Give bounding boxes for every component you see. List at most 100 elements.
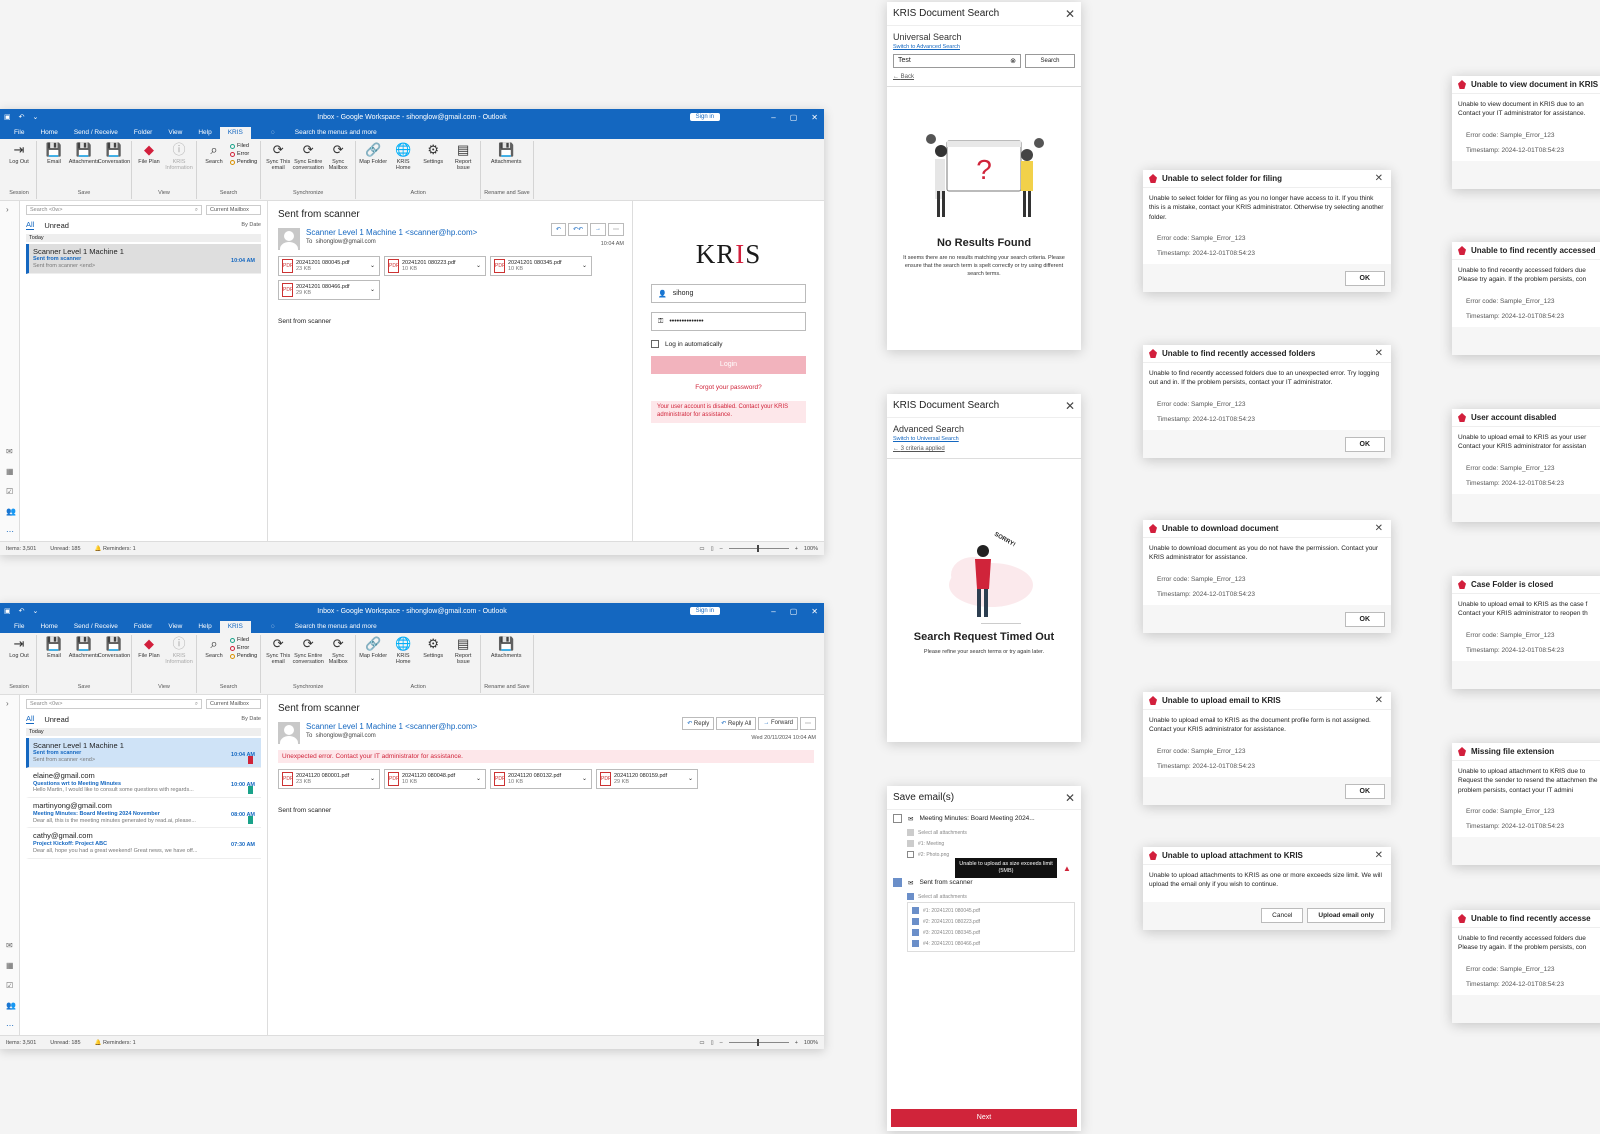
menu-file[interactable]: File [6, 621, 32, 633]
chevron-down-icon[interactable]: ⌄ [476, 775, 481, 782]
attachment-chip[interactable]: PDF 20241120 080159.pdf 29 KB ⌄ [596, 769, 698, 789]
more-actions-icon[interactable]: ⋯ [800, 717, 816, 730]
email-checkbox-row[interactable]: ✉ Meeting Minutes: Board Meeting 2024... [887, 810, 1081, 827]
close-icon[interactable]: ✕ [811, 607, 818, 616]
close-icon[interactable]: ✕ [1065, 7, 1075, 21]
map-folder-button[interactable]: 🔗 Map Folder [359, 635, 387, 684]
attachment-chip[interactable]: PDF 20241201 080223.pdf 10 KB ⌄ [384, 256, 486, 276]
upload-email-only-button[interactable]: Upload email only [1307, 908, 1385, 924]
zoom-slider[interactable] [728, 1039, 789, 1046]
tasks-icon[interactable]: ☑ [6, 981, 13, 990]
checkbox[interactable] [893, 878, 902, 887]
sign-in-button[interactable]: Sign in [689, 113, 720, 121]
menu-send-receive[interactable]: Send / Receive [66, 127, 126, 139]
select-all-row[interactable]: Select all attachments [907, 891, 1081, 902]
view-normal-icon[interactable]: ▭ [699, 1040, 704, 1046]
list-item[interactable]: martinyong@gmail.com Meeting Minutes: Boa… [26, 798, 261, 829]
forward-icon[interactable]: → [590, 223, 606, 236]
maximize-icon[interactable]: ▢ [790, 113, 798, 122]
menu-folder[interactable]: Folder [126, 621, 160, 633]
sync-email-button[interactable]: ⟳ Sync This email [264, 141, 292, 190]
zoom-in-icon[interactable]: + [795, 546, 798, 552]
sync-email-button[interactable]: ⟳ Sync This email [264, 635, 292, 684]
zoom-slider[interactable] [728, 545, 789, 552]
ok-button[interactable]: OK [1344, 783, 1385, 799]
sender-name[interactable]: Scanner Level 1 Machine 1 <scanner@hp.co… [306, 722, 477, 731]
view-reading-icon[interactable]: ▯ [711, 546, 714, 552]
attachments-rename-button[interactable]: 💾 Attachments [484, 141, 528, 190]
checkbox[interactable] [907, 893, 914, 900]
zoom-in-icon[interactable]: + [795, 1040, 798, 1046]
close-icon[interactable]: ✕ [1375, 695, 1383, 706]
chevron-down-icon[interactable]: ⌄ [370, 262, 375, 269]
filter-all[interactable]: All [26, 220, 35, 230]
minimize-icon[interactable]: – [771, 113, 775, 122]
close-icon[interactable]: ✕ [1375, 523, 1383, 534]
chevron-down-icon[interactable]: ⌄ [370, 286, 375, 293]
sync-mailbox-button[interactable]: ⟳ Sync Mailbox [324, 141, 352, 190]
search-button[interactable]: ⌕ Search [200, 635, 228, 684]
chevron-down-icon[interactable]: ⌄ [688, 775, 693, 782]
report-issue-button[interactable]: ▤ Report Issue [449, 141, 477, 190]
filter-unread[interactable]: Unread [44, 221, 69, 230]
save-attachments-button[interactable]: 💾 Attachments [69, 635, 100, 684]
attachment-chip[interactable]: PDF 20241201 080345.pdf 10 KB ⌄ [490, 256, 592, 276]
people-icon[interactable]: 👥 [6, 507, 16, 516]
ok-button[interactable]: OK [1344, 611, 1385, 627]
menu-home[interactable]: Home [32, 127, 65, 139]
sort-by-date[interactable]: By Date [241, 716, 261, 722]
close-icon[interactable]: ✕ [1065, 791, 1075, 805]
filter-unread[interactable]: Unread [44, 715, 69, 724]
search-menus-input[interactable]: Search the menus and more [287, 127, 385, 139]
attachment-row[interactable]: #1: 20241201 080045.pdf [912, 905, 1070, 916]
expand-icon[interactable]: › [6, 205, 9, 214]
map-folder-button[interactable]: 🔗 Map Folder [359, 141, 387, 190]
forgot-password-link[interactable]: Forgot your password? [651, 384, 806, 391]
ok-button[interactable]: OK [1344, 436, 1385, 452]
minimize-icon[interactable]: – [771, 607, 775, 616]
menu-folder[interactable]: Folder [126, 127, 160, 139]
menu-view[interactable]: View [160, 621, 190, 633]
chevron-down-icon[interactable]: ⌄ [370, 775, 375, 782]
close-icon[interactable]: ✕ [811, 113, 818, 122]
pending-filter[interactable]: Pending [230, 653, 257, 659]
log-in-automatically-checkbox[interactable]: Log in automatically [651, 340, 806, 348]
error-filter[interactable]: Error [230, 151, 257, 157]
calendar-icon[interactable]: ▦ [6, 961, 14, 970]
sync-conversation-button[interactable]: ⟳ Sync Entire conversation [293, 635, 324, 684]
mail-search-input[interactable]: Search <0w> ⌕ [26, 205, 202, 215]
kris-info-button[interactable]: ⓘ KRIS Information [165, 635, 193, 684]
checkbox[interactable] [912, 929, 919, 936]
menu-help[interactable]: Help [190, 127, 219, 139]
zoom-out-icon[interactable]: – [720, 1040, 723, 1046]
menu-send-receive[interactable]: Send / Receive [66, 621, 126, 633]
switch-universal-link[interactable]: Switch to Universal Search [893, 436, 1075, 442]
filter-all[interactable]: All [26, 714, 35, 724]
more-icon[interactable]: ⋯ [6, 1021, 14, 1030]
search-menus-input[interactable]: Search the menus and more [287, 621, 385, 633]
username-field[interactable]: 👤 sihong [651, 284, 806, 303]
view-reading-icon[interactable]: ▯ [711, 1040, 714, 1046]
settings-button[interactable]: ⚙ Settings [419, 635, 447, 684]
clear-icon[interactable]: ⊗ [1010, 57, 1016, 65]
log-out-button[interactable]: ⇥ Log Out [5, 635, 33, 684]
sign-in-button[interactable]: Sign in [689, 607, 720, 615]
error-filter[interactable]: Error [230, 645, 257, 651]
list-item[interactable]: Scanner Level 1 Machine 1 Sent from scann… [26, 738, 261, 769]
ok-button[interactable]: OK [1344, 270, 1385, 286]
attachment-row[interactable]: #4: 20241201 080466.pdf [912, 938, 1070, 949]
mail-icon[interactable]: ✉ [6, 941, 13, 950]
search-button[interactable]: ⌕ Search [200, 141, 228, 190]
checkbox[interactable] [912, 918, 919, 925]
menu-home[interactable]: Home [32, 621, 65, 633]
kris-info-button[interactable]: ⓘ KRIS Information [165, 141, 193, 190]
attachment-row[interactable]: #3: 20241201 080345.pdf [912, 927, 1070, 938]
log-out-button[interactable]: ⇥ Log Out [5, 141, 33, 190]
zoom-out-icon[interactable]: – [720, 546, 723, 552]
kris-home-button[interactable]: 🌐 KRIS Home [389, 141, 417, 190]
sync-conversation-button[interactable]: ⟳ Sync Entire conversation [293, 141, 324, 190]
file-plan-button[interactable]: ◆ File Plan [135, 635, 163, 684]
close-icon[interactable]: ✕ [1375, 348, 1383, 359]
reply-button[interactable]: ↶ Reply [682, 717, 715, 730]
search-button[interactable]: Search [1025, 54, 1075, 68]
